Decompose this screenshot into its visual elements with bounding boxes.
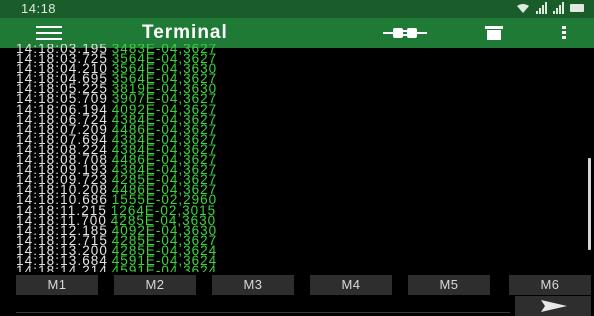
line-timestamp: 14:18:14.214 (16, 263, 109, 272)
send-arrow-icon (541, 300, 567, 312)
more-vert-icon[interactable] (562, 26, 566, 40)
macro-button-m5[interactable]: M5 (408, 275, 490, 295)
app-title: Terminal (142, 22, 228, 43)
app-screen: 14:18 Terminal 14:18:03.195 3483E-04,362… (0, 0, 594, 316)
macro-button-m3[interactable]: M3 (212, 275, 294, 295)
status-time: 14:18 (21, 1, 57, 16)
status-bar: 14:18 (0, 0, 594, 18)
macro-button-row: M1 M2 M3 M4 M5 M6 (0, 275, 594, 295)
macro-button-m6[interactable]: M6 (509, 275, 591, 295)
terminal-output[interactable]: 14:18:03.195 3483E-04,3627 14:18:03.725 3… (16, 44, 576, 272)
hamburger-menu-icon[interactable] (36, 26, 62, 40)
signal-icon (536, 2, 547, 14)
macro-button-m4[interactable]: M4 (310, 275, 392, 295)
line-value: 4591E-04,3624 (111, 263, 218, 272)
signal-icon-2 (553, 2, 564, 14)
trash-icon[interactable] (485, 26, 503, 40)
wifi-icon (517, 4, 529, 13)
send-input-field[interactable] (16, 312, 510, 313)
status-icons (516, 2, 584, 14)
terminal-line: 14:18:14.214 4591E-04,3624 (16, 263, 576, 272)
macro-button-m1[interactable]: M1 (16, 275, 98, 295)
send-button[interactable] (515, 296, 591, 316)
plug-connect-icon[interactable] (383, 26, 427, 40)
macro-button-m2[interactable]: M2 (114, 275, 196, 295)
battery-icon (570, 4, 584, 12)
terminal-scrollbar[interactable] (588, 158, 591, 250)
